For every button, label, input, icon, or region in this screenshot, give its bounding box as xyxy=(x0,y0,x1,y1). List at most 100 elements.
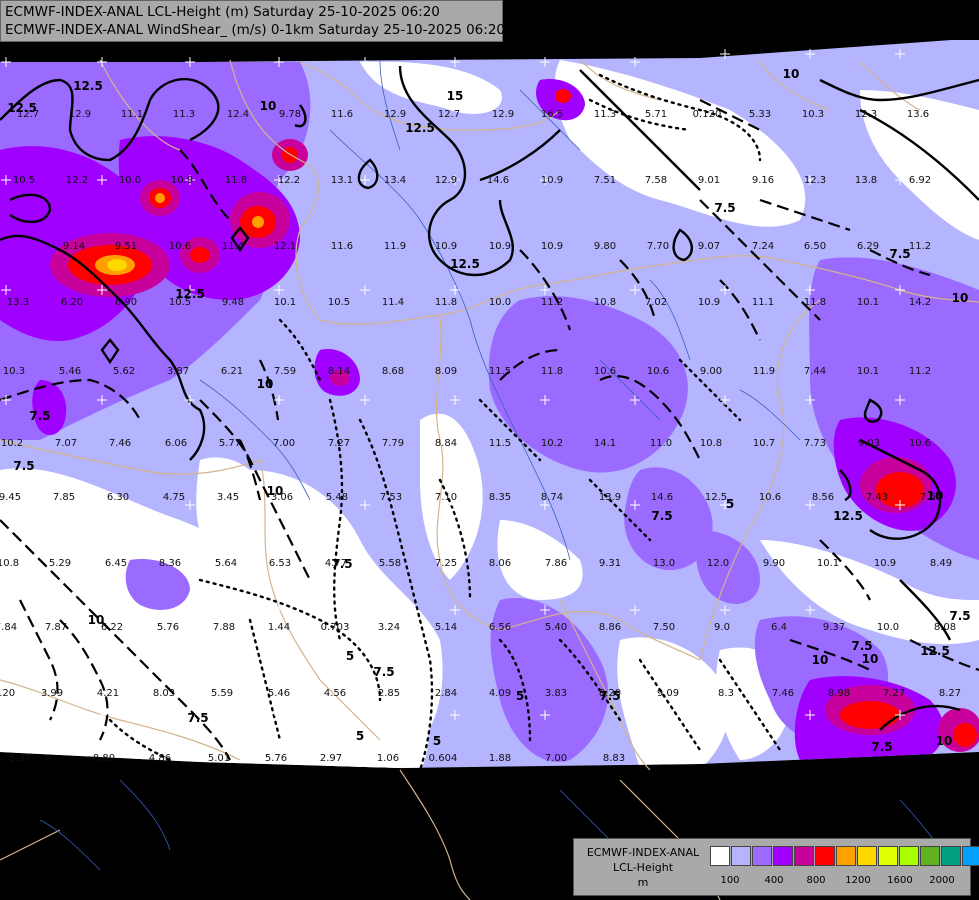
station-value: 10.6 xyxy=(169,241,191,252)
station-value: 8.74 xyxy=(541,492,563,503)
station-value: 16.5 xyxy=(541,109,563,120)
contour-label: 7.5 xyxy=(331,557,352,571)
station-value: 4.75 xyxy=(163,492,185,503)
lcl-height-field xyxy=(0,40,979,768)
station-value: 2.84 xyxy=(435,688,457,699)
station-value: 7.87 xyxy=(45,622,67,633)
station-value: 9.09 xyxy=(657,688,679,699)
station-value: 7.46 xyxy=(772,688,794,699)
contour-label: 7.5 xyxy=(871,740,892,754)
legend-swatch xyxy=(899,846,919,866)
station-value: 7.51 xyxy=(594,175,616,186)
station-value: 8.06 xyxy=(489,558,511,569)
contour-label: 7.5 xyxy=(651,509,672,523)
station-value: 10.0 xyxy=(119,175,141,186)
station-value: 9.45 xyxy=(0,492,21,503)
station-value: 3.24 xyxy=(378,622,400,633)
title-wind-shear: ECMWF-INDEX-ANAL WindShear_ (m/s) 0-1km … xyxy=(5,22,505,38)
station-value: 10.9 xyxy=(874,558,896,569)
legend-tick-label: 1200 xyxy=(845,875,871,886)
station-value: 8.35 xyxy=(489,492,511,503)
contour-label: 5 xyxy=(433,734,441,748)
station-value: 5.46 xyxy=(268,688,290,699)
contour-label: 5 xyxy=(356,729,364,743)
contour-label: 5 xyxy=(516,689,524,703)
station-value: 1.44 xyxy=(268,622,290,633)
weather-map: 12.7 12.9 11.1 11.3 12.4 9.78 11.6 12.9 12.7 12.9… xyxy=(0,0,979,900)
station-value: 6.21 xyxy=(221,366,243,377)
contour-label: 10 xyxy=(88,613,105,627)
station-value: 1.88 xyxy=(489,753,511,764)
contour-label: 7.5 xyxy=(714,201,735,215)
station-value: 5.48 xyxy=(326,492,348,503)
contour-label: 7.5 xyxy=(851,639,872,653)
station-value: 10.7 xyxy=(753,438,775,449)
station-value: 7.88 xyxy=(213,622,235,633)
station-value: 10.2 xyxy=(1,438,23,449)
station-value: 13.9 xyxy=(599,492,621,503)
station-value: 11.2 xyxy=(909,241,931,252)
station-value: 11.1 xyxy=(121,109,143,120)
station-value: 5.64 xyxy=(215,558,237,569)
station-value: 12.2 xyxy=(278,175,300,186)
station-value: 0.604 xyxy=(429,753,458,764)
legend-swatch xyxy=(815,846,835,866)
station-value: 13.8 xyxy=(855,175,877,186)
station-value: 5.76 xyxy=(157,622,179,633)
station-value: 10.1 xyxy=(857,366,879,377)
station-value: 8.14 xyxy=(328,366,350,377)
station-value: 5.01 xyxy=(208,753,230,764)
station-value: 10.6 xyxy=(759,492,781,503)
contour-label: 12.5 xyxy=(405,121,435,135)
station-value: 5.71 xyxy=(645,109,667,120)
station-value: 11.9 xyxy=(384,241,406,252)
station-value: 11.9 xyxy=(753,366,775,377)
station-value: 3.99 xyxy=(41,688,63,699)
station-value: 13.0 xyxy=(653,558,675,569)
contour-label: 10 xyxy=(267,484,284,498)
map-title-box: ECMWF-INDEX-ANAL LCL-Height (m) Saturday… xyxy=(0,0,505,42)
contour-label: 10 xyxy=(862,652,879,666)
station-value: 7.24 xyxy=(752,241,774,252)
contour-label: 12.5 xyxy=(175,287,205,301)
station-value: 7.85 xyxy=(53,492,75,503)
station-value: 9.90 xyxy=(763,558,785,569)
contour-label: 7.5 xyxy=(889,247,910,261)
station-value: 10.9 xyxy=(698,297,720,308)
station-value: 10.3 xyxy=(3,366,25,377)
station-value: 9.16 xyxy=(752,175,774,186)
station-value: 8.49 xyxy=(930,558,952,569)
contour-label: 7.5 xyxy=(599,689,620,703)
station-value: 7.43 xyxy=(866,492,888,503)
legend-swatch xyxy=(731,846,751,866)
contour-label: 10 xyxy=(936,734,953,748)
station-value: 7.27 xyxy=(328,438,350,449)
station-value: 9.80 xyxy=(594,241,616,252)
station-value: 13.6 xyxy=(907,109,929,120)
station-value: 5.14 xyxy=(435,622,457,633)
station-value: 7.46 xyxy=(109,438,131,449)
station-value: 6.90 xyxy=(115,297,137,308)
station-value: 9.00 xyxy=(700,366,722,377)
legend-swatch xyxy=(878,846,898,866)
station-value: 9.14 xyxy=(63,241,85,252)
station-value: 7.70 xyxy=(647,241,669,252)
station-value: 7.86 xyxy=(545,558,567,569)
station-value: 10.3 xyxy=(802,109,824,120)
station-value: 0.703 xyxy=(321,622,350,633)
station-value: 14.6 xyxy=(651,492,673,503)
station-value: 4.86 xyxy=(149,753,171,764)
station-value: 9.78 xyxy=(279,109,301,120)
contour-label: 15 xyxy=(447,89,464,103)
station-value: 11.4 xyxy=(382,297,404,308)
contour-label: 10 xyxy=(952,291,969,305)
map-viewport: 12.7 12.9 11.1 11.3 12.4 9.78 11.6 12.9 12.7 12.9… xyxy=(0,0,979,900)
legend-swatch xyxy=(857,846,877,866)
contour-label: 7.5 xyxy=(13,459,34,473)
station-value: 12.9 xyxy=(435,175,457,186)
legend-swatch xyxy=(773,846,793,866)
station-value: 10.6 xyxy=(909,438,931,449)
station-value: 5.76 xyxy=(265,753,287,764)
legend-tick-label: 1600 xyxy=(887,875,913,886)
station-value: 4.21 xyxy=(97,688,119,699)
